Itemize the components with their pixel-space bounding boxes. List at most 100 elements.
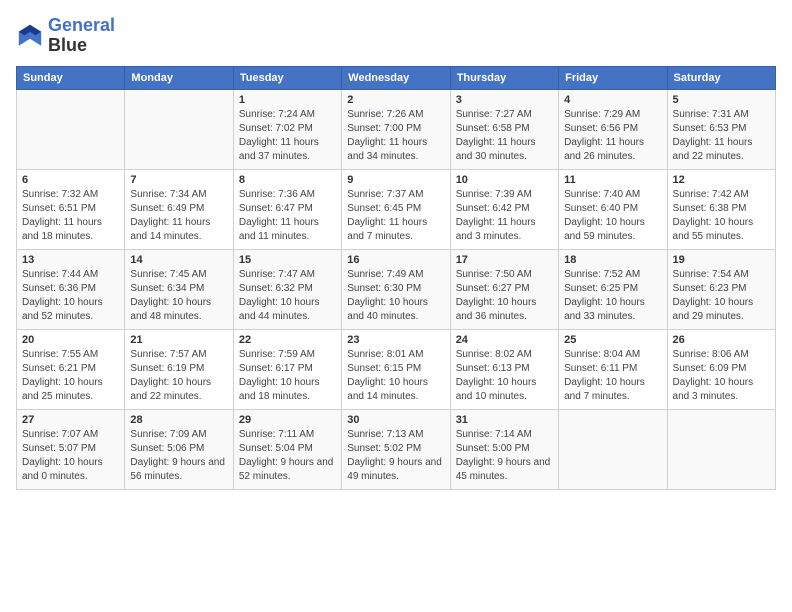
calendar-week-row: 6 Sunrise: 7:32 AMSunset: 6:51 PMDaylight… [17, 169, 776, 249]
calendar-cell: 25Sunrise: 8:04 AMSunset: 6:11 PMDayligh… [559, 329, 667, 409]
day-number: 25 [564, 334, 661, 346]
calendar-cell: 1 Sunrise: 7:24 AMSunset: 7:02 PMDaylight… [233, 89, 341, 169]
day-number: 31 [456, 414, 553, 426]
calendar-week-row: 13 Sunrise: 7:44 AMSunset: 6:36 PMDayligh… [17, 249, 776, 329]
logo-text: GeneralBlue [48, 16, 115, 56]
day-number: 11 [564, 174, 661, 186]
day-detail: Sunrise: 7:45 AMSunset: 6:34 PMDaylight:… [130, 268, 227, 324]
day-detail: Sunrise: 7:34 AMSunset: 6:49 PMDaylight:… [130, 188, 227, 244]
calendar-cell: 19 Sunrise: 7:54 AMSunset: 6:23 PMDayligh… [667, 249, 775, 329]
day-number: 19 [673, 254, 770, 266]
calendar-cell: 30 Sunrise: 7:13 AMSunset: 5:02 PMDayligh… [342, 409, 450, 489]
day-number: 15 [239, 254, 336, 266]
calendar-cell: 9Sunrise: 7:37 AMSunset: 6:45 PMDaylight… [342, 169, 450, 249]
calendar-cell [667, 409, 775, 489]
day-detail: Sunrise: 7:11 AMSunset: 5:04 PMDaylight:… [239, 428, 336, 484]
calendar-cell: 26Sunrise: 8:06 AMSunset: 6:09 PMDayligh… [667, 329, 775, 409]
day-number: 23 [347, 334, 444, 346]
day-detail: Sunrise: 8:06 AMSunset: 6:09 PMDaylight:… [673, 348, 770, 404]
day-number: 18 [564, 254, 661, 266]
calendar-cell: 28 Sunrise: 7:09 AMSunset: 5:06 PMDayligh… [125, 409, 233, 489]
page-header: GeneralBlue [16, 16, 776, 56]
day-detail: Sunrise: 7:31 AMSunset: 6:53 PMDaylight:… [673, 108, 770, 164]
day-number: 2 [347, 94, 444, 106]
day-detail: Sunrise: 7:54 AMSunset: 6:23 PMDaylight:… [673, 268, 770, 324]
day-number: 9 [347, 174, 444, 186]
calendar-cell: 13 Sunrise: 7:44 AMSunset: 6:36 PMDayligh… [17, 249, 125, 329]
day-number: 17 [456, 254, 553, 266]
weekday-row: SundayMondayTuesdayWednesdayThursdayFrid… [17, 66, 776, 89]
weekday-header: Tuesday [233, 66, 341, 89]
calendar-header: SundayMondayTuesdayWednesdayThursdayFrid… [17, 66, 776, 89]
calendar-cell: 12 Sunrise: 7:42 AMSunset: 6:38 PMDayligh… [667, 169, 775, 249]
day-detail: Sunrise: 7:55 AMSunset: 6:21 PMDaylight:… [22, 348, 119, 404]
calendar-week-row: 20 Sunrise: 7:55 AMSunset: 6:21 PMDayligh… [17, 329, 776, 409]
calendar-cell: 15Sunrise: 7:47 AMSunset: 6:32 PMDayligh… [233, 249, 341, 329]
day-number: 10 [456, 174, 553, 186]
day-detail: Sunrise: 7:32 AMSunset: 6:51 PMDaylight:… [22, 188, 119, 244]
day-number: 5 [673, 94, 770, 106]
day-detail: Sunrise: 8:01 AMSunset: 6:15 PMDaylight:… [347, 348, 444, 404]
day-number: 12 [673, 174, 770, 186]
day-detail: Sunrise: 7:26 AMSunset: 7:00 PMDaylight:… [347, 108, 444, 164]
day-number: 13 [22, 254, 119, 266]
calendar-cell: 16 Sunrise: 7:49 AMSunset: 6:30 PMDayligh… [342, 249, 450, 329]
day-detail: Sunrise: 7:49 AMSunset: 6:30 PMDaylight:… [347, 268, 444, 324]
calendar-cell: 6 Sunrise: 7:32 AMSunset: 6:51 PMDaylight… [17, 169, 125, 249]
calendar-cell: 31 Sunrise: 7:14 AMSunset: 5:00 PMDayligh… [450, 409, 558, 489]
calendar-body: 1 Sunrise: 7:24 AMSunset: 7:02 PMDaylight… [17, 89, 776, 489]
day-number: 7 [130, 174, 227, 186]
day-number: 24 [456, 334, 553, 346]
logo: GeneralBlue [16, 16, 115, 56]
day-detail: Sunrise: 7:52 AMSunset: 6:25 PMDaylight:… [564, 268, 661, 324]
calendar-cell [559, 409, 667, 489]
calendar-cell: 5 Sunrise: 7:31 AMSunset: 6:53 PMDaylight… [667, 89, 775, 169]
calendar-cell: 21Sunrise: 7:57 AMSunset: 6:19 PMDayligh… [125, 329, 233, 409]
day-detail: Sunrise: 7:44 AMSunset: 6:36 PMDaylight:… [22, 268, 119, 324]
calendar-cell [17, 89, 125, 169]
day-number: 8 [239, 174, 336, 186]
day-detail: Sunrise: 7:24 AMSunset: 7:02 PMDaylight:… [239, 108, 336, 164]
day-detail: Sunrise: 7:14 AMSunset: 5:00 PMDaylight:… [456, 428, 553, 484]
weekday-header: Saturday [667, 66, 775, 89]
calendar-cell: 22 Sunrise: 7:59 AMSunset: 6:17 PMDayligh… [233, 329, 341, 409]
weekday-header: Friday [559, 66, 667, 89]
day-detail: Sunrise: 7:13 AMSunset: 5:02 PMDaylight:… [347, 428, 444, 484]
calendar-cell: 11 Sunrise: 7:40 AMSunset: 6:40 PMDayligh… [559, 169, 667, 249]
weekday-header: Sunday [17, 66, 125, 89]
day-detail: Sunrise: 7:36 AMSunset: 6:47 PMDaylight:… [239, 188, 336, 244]
day-number: 4 [564, 94, 661, 106]
day-number: 21 [130, 334, 227, 346]
day-number: 30 [347, 414, 444, 426]
calendar-cell: 7 Sunrise: 7:34 AMSunset: 6:49 PMDaylight… [125, 169, 233, 249]
calendar-cell: 14Sunrise: 7:45 AMSunset: 6:34 PMDayligh… [125, 249, 233, 329]
calendar-cell [125, 89, 233, 169]
day-number: 3 [456, 94, 553, 106]
day-number: 6 [22, 174, 119, 186]
day-detail: Sunrise: 7:29 AMSunset: 6:56 PMDaylight:… [564, 108, 661, 164]
calendar-week-row: 1 Sunrise: 7:24 AMSunset: 7:02 PMDaylight… [17, 89, 776, 169]
weekday-header: Wednesday [342, 66, 450, 89]
day-detail: Sunrise: 7:09 AMSunset: 5:06 PMDaylight:… [130, 428, 227, 484]
calendar-cell: 8 Sunrise: 7:36 AMSunset: 6:47 PMDaylight… [233, 169, 341, 249]
day-detail: Sunrise: 7:59 AMSunset: 6:17 PMDaylight:… [239, 348, 336, 404]
day-number: 28 [130, 414, 227, 426]
weekday-header: Thursday [450, 66, 558, 89]
day-detail: Sunrise: 7:40 AMSunset: 6:40 PMDaylight:… [564, 188, 661, 244]
day-number: 22 [239, 334, 336, 346]
day-detail: Sunrise: 7:50 AMSunset: 6:27 PMDaylight:… [456, 268, 553, 324]
calendar-cell: 18 Sunrise: 7:52 AMSunset: 6:25 PMDayligh… [559, 249, 667, 329]
calendar-cell: 27Sunrise: 7:07 AMSunset: 5:07 PMDayligh… [17, 409, 125, 489]
day-number: 29 [239, 414, 336, 426]
calendar-table: SundayMondayTuesdayWednesdayThursdayFrid… [16, 66, 776, 490]
day-detail: Sunrise: 7:27 AMSunset: 6:58 PMDaylight:… [456, 108, 553, 164]
day-number: 16 [347, 254, 444, 266]
calendar-cell: 3 Sunrise: 7:27 AMSunset: 6:58 PMDaylight… [450, 89, 558, 169]
day-detail: Sunrise: 7:42 AMSunset: 6:38 PMDaylight:… [673, 188, 770, 244]
day-number: 1 [239, 94, 336, 106]
calendar-week-row: 27Sunrise: 7:07 AMSunset: 5:07 PMDayligh… [17, 409, 776, 489]
day-detail: Sunrise: 7:39 AMSunset: 6:42 PMDaylight:… [456, 188, 553, 244]
day-number: 20 [22, 334, 119, 346]
day-number: 27 [22, 414, 119, 426]
calendar-cell: 17 Sunrise: 7:50 AMSunset: 6:27 PMDayligh… [450, 249, 558, 329]
